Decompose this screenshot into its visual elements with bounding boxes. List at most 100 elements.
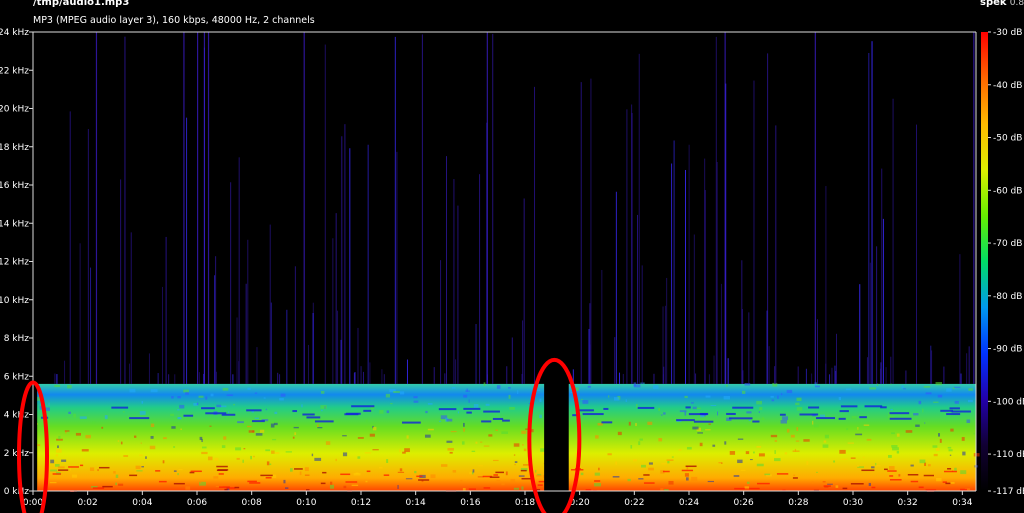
transient-line [238,157,240,384]
texture-speck [869,387,876,390]
transient-line [775,125,777,384]
transient-line [245,283,247,384]
texture-speck [691,402,694,404]
texture-speck [796,407,803,411]
texture-speck [855,433,863,436]
transient-line [713,355,715,384]
texture-speck [508,394,511,399]
texture-speck [811,481,814,484]
texture-speck [905,430,913,433]
transient-line [715,36,717,384]
texture-speck [265,449,271,452]
hot-band [98,466,110,469]
transient-line [90,267,92,384]
blue-streak [940,409,953,412]
hot-band [383,474,390,476]
texture-speck [272,438,277,441]
texture-speck [55,464,60,467]
hot-band [173,482,185,485]
blue-streak [693,420,714,423]
y-tick-label: 4 kHz [4,411,30,421]
texture-speck [803,439,810,442]
texture-speck [633,459,638,462]
hot-band [757,482,770,485]
texture-speck [325,441,331,445]
transient-line [335,213,337,384]
hot-band [260,474,273,477]
texture-speck [226,394,234,396]
transient-line [475,324,477,384]
hot-band [247,480,257,483]
hot-band [944,470,957,473]
texture-speck [639,438,643,441]
texture-speck [915,424,920,427]
texture-speck [115,474,119,478]
y-tick-label: 20 kHz [0,105,29,115]
tall-transient [973,32,975,384]
texture-speck [301,404,303,408]
x-tick-label: 0:32 [898,498,918,508]
texture-speck [293,426,299,429]
texture-speck [135,465,141,470]
texture-speck [764,473,771,476]
texture-speck [947,446,952,449]
texture-speck [774,440,778,442]
texture-speck [177,473,179,476]
hot-band [190,470,202,473]
texture-speck [756,463,764,467]
blue-streak [306,416,321,419]
blue-streak [572,414,577,417]
hot-band [910,480,919,483]
hot-band [218,473,224,475]
texture-speck [919,459,926,464]
tall-transient [183,32,185,384]
transient-line [64,360,66,384]
transient-line [279,374,281,384]
texture-speck [699,442,703,447]
texture-speck [822,481,826,483]
y-tick-label: 2 kHz [4,449,30,459]
texture-speck [868,482,871,486]
transient-line [653,373,655,384]
texture-speck [746,481,750,484]
texture-speck [274,411,278,415]
texture-speck [473,404,479,409]
transient-line [685,169,687,384]
texture-speck [750,459,753,461]
texture-speck [49,481,57,484]
texture-speck [892,447,899,451]
transient-line [198,372,200,384]
texture-speck [746,411,752,414]
transient-line [960,373,962,384]
texture-speck [439,420,442,422]
colorbar-tick-label: -117 dB [993,487,1024,497]
transient-line [324,44,326,384]
texture-speck [483,382,486,387]
texture-speck [793,474,796,477]
texture-speck [139,454,143,456]
texture-speck [64,430,70,432]
tall-transient [724,32,726,384]
blue-streak [492,417,504,420]
texture-speck [733,475,740,477]
texture-speck [758,411,760,414]
colorbar-tick-label: -80 dB [993,292,1022,302]
transient-line [693,234,695,384]
onset-silence [33,32,38,491]
transient-line [879,368,881,384]
texture-speck [113,471,116,474]
texture-speck [839,449,846,454]
texture-speck [823,440,827,443]
hot-band [52,473,62,475]
texture-speck [495,429,498,431]
transient-line [340,339,342,384]
hot-band [468,488,476,490]
transient-line [704,158,706,384]
texture-speck [780,420,787,424]
texture-speck [259,429,265,433]
texture-speck [795,402,800,406]
transient-line [360,366,362,384]
texture-speck [496,385,501,389]
texture-speck [946,388,952,392]
hot-band [216,465,228,468]
